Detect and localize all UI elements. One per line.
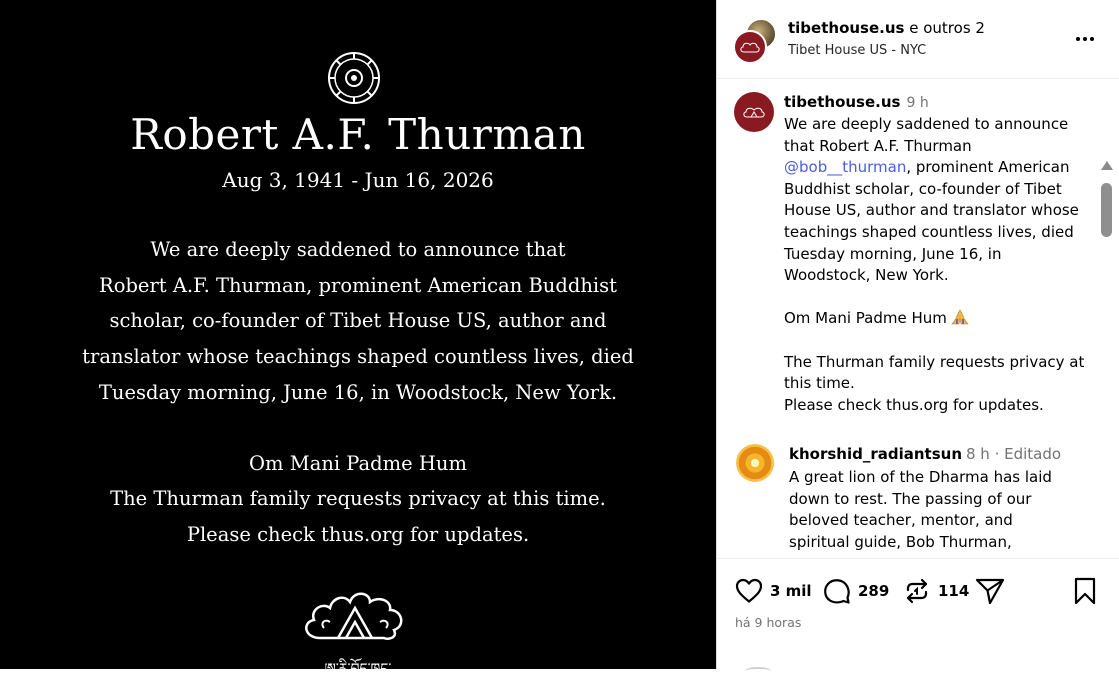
caption-line: Woodstock, New York. <box>784 266 949 285</box>
action-bar: 3 mil 289 114 há 9 horas <box>717 558 1119 670</box>
tibetan-text: ཨ་རི་བོད་ཁང་ <box>324 661 392 669</box>
caption-username-link[interactable]: tibethouse.us <box>784 93 900 111</box>
mention-link[interactable]: @bob__thurman <box>784 158 906 176</box>
header-username-link[interactable]: tibethouse.us <box>788 19 904 37</box>
post-timestamp[interactable]: há 9 horas <box>735 615 801 630</box>
comment-avatar[interactable] <box>736 444 774 482</box>
header-collab-suffix[interactable]: e outros 2 <box>904 19 985 37</box>
next-comment-avatar-edge <box>745 667 771 675</box>
post-header: tibethouse.us e outros 2 Tibet House US … <box>717 0 1119 79</box>
collab-avatars[interactable] <box>733 18 777 64</box>
instagram-post: Robert A.F. Thurman Aug 3, 1941 - Jun 16… <box>0 0 1119 669</box>
caption-line: We are deeply saddened to announce <box>784 115 1069 133</box>
announcement-line: translator whose teachings shaped countl… <box>82 345 634 369</box>
comments-section[interactable]: tibethouse.us 9 h We are deeply saddened … <box>717 79 1119 557</box>
scrollbar[interactable] <box>1098 161 1114 557</box>
closing-line: Please check thus.org for updates. <box>186 522 530 546</box>
dharma-wheel-emblem <box>328 52 380 104</box>
like-count[interactable]: 3 mil <box>770 582 812 600</box>
repost-count[interactable]: 114 <box>938 582 969 600</box>
location-link[interactable]: Tibet House US - NYC <box>788 43 926 58</box>
like-button[interactable]: 3 mil <box>735 577 812 605</box>
caption-line-rest: , prominent American <box>906 158 1070 177</box>
scroll-up-arrow[interactable] <box>1101 161 1113 170</box>
image-dates: Aug 3, 1941 - Jun 16, 2026 <box>222 168 494 192</box>
comment-count[interactable]: 289 <box>858 582 889 600</box>
save-button[interactable] <box>1073 577 1097 605</box>
caption-line: that Robert A.F. Thurman <box>784 136 972 155</box>
caption-username: tibethouse.us 9 h <box>784 93 929 111</box>
comment-line: A great lion of the Dharma has laid <box>789 468 1052 486</box>
comment-header: khorshid_radiantsun 8 h · Editado <box>789 445 1061 463</box>
announcement-line: Robert A.F. Thurman, prominent American … <box>99 273 617 297</box>
comment-username-link[interactable]: khorshid_radiantsun <box>789 445 962 463</box>
announcement-line: Tuesday morning, June 16, in Woodstock, … <box>98 380 618 404</box>
announcement-line: scholar, co-founder of Tibet House US, a… <box>109 309 607 333</box>
tibethouse-avatar[interactable] <box>733 30 767 64</box>
closing-line: Om Mani Padme Hum <box>249 451 467 475</box>
scrollbar-thumb[interactable] <box>1101 183 1112 237</box>
caption-line: House US, author and translator whose <box>784 201 1079 220</box>
caption-line: Please check thus.org for updates. <box>784 395 1044 414</box>
repost-icon <box>906 578 928 604</box>
send-icon <box>975 578 1005 605</box>
caption-line: @bob__thurman, prominent American <box>784 157 1084 179</box>
folded-hands-icon <box>951 309 969 325</box>
caption-line: The Thurman family requests privacy at <box>784 352 1085 371</box>
repost-button[interactable]: 114 <box>903 577 969 605</box>
caption-line: Tuesday morning, June 16, in <box>784 244 1002 263</box>
announcement-line: We are deeply saddened to announce that <box>150 238 566 261</box>
tibet-house-logo <box>305 592 403 640</box>
post-image[interactable]: Robert A.F. Thurman Aug 3, 1941 - Jun 16… <box>0 0 716 669</box>
header-usernames: tibethouse.us e outros 2 <box>788 19 985 37</box>
comment-time[interactable]: 8 h · Editado <box>966 445 1061 463</box>
caption-line: teachings shaped countless lives, died <box>784 222 1074 241</box>
caption-text: We are deeply saddened to announce that … <box>784 114 1084 416</box>
more-options-icon[interactable] <box>1073 28 1097 50</box>
comment-button[interactable]: 289 <box>823 577 889 605</box>
bookmark-icon <box>1074 577 1096 605</box>
share-button[interactable] <box>975 577 1005 605</box>
comment-line: beloved teacher, mentor, and <box>789 511 1013 530</box>
image-name-title: Robert A.F. Thurman <box>130 110 586 159</box>
caption-line: Om Mani Padme Hum <box>784 308 1084 330</box>
comment-line: down to rest. The passing of our <box>789 489 1032 508</box>
comment-bubble-icon <box>824 579 850 604</box>
comment-line: spiritual guide, Bob Thurman, <box>789 532 1012 551</box>
image-announcement: We are deeply saddened to announce that … <box>60 232 656 553</box>
comment-text: A great lion of the Dharma has laid down… <box>789 467 1089 553</box>
heart-icon <box>735 578 763 603</box>
caption-line: Buddhist scholar, co-founder of Tibet <box>784 179 1062 198</box>
caption-line: this time. <box>784 374 855 393</box>
post-sidebar: tibethouse.us e outros 2 Tibet House US … <box>716 0 1119 669</box>
caption-time[interactable]: 9 h <box>906 95 928 111</box>
caption-avatar[interactable] <box>734 92 774 132</box>
caption-mantra: Om Mani Padme Hum <box>784 309 947 328</box>
closing-line: The Thurman family requests privacy at t… <box>110 487 606 511</box>
